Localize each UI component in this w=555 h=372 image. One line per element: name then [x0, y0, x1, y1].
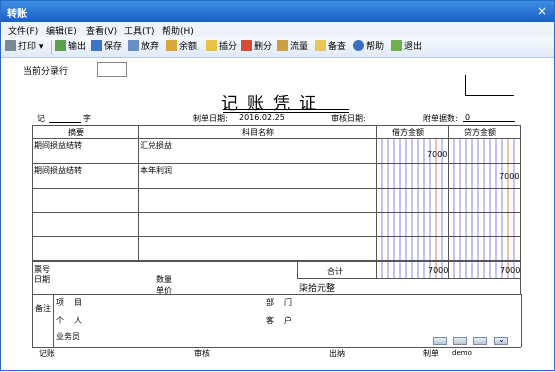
print-label: 打印 — [18, 42, 37, 52]
row2-summary[interactable]: 期间损益结转 — [34, 165, 82, 176]
corner-mark — [465, 75, 514, 96]
flow-icon — [277, 40, 288, 51]
toolbar: 打印 ▾ 输出 保存 放弃 余额 插分 删分 流量 备查 帮助 退出 — [1, 37, 554, 58]
balance-label: 余额 — [179, 42, 198, 52]
title-underline — [223, 109, 349, 110]
current-row-input[interactable] — [97, 62, 127, 77]
menu-file[interactable]: 文件(F) — [8, 24, 38, 37]
aux-button-1[interactable] — [433, 337, 447, 345]
save-label: 保存 — [104, 42, 123, 52]
discard-button[interactable]: 放弃 — [128, 40, 159, 54]
note-button[interactable]: 备查 — [315, 40, 346, 54]
audit-date-label: 审核日期: — [331, 114, 366, 123]
total-in-words: 柒拾元整 — [299, 284, 336, 294]
total-label: 合计 — [327, 267, 343, 276]
department-label: 部门 — [266, 298, 302, 307]
menu-tools[interactable]: 工具(T) — [124, 24, 155, 37]
header-account: 科目名称 — [242, 128, 274, 137]
bookkeeper-label: 记账 — [39, 349, 55, 358]
row2-account[interactable]: 本年利润 — [140, 165, 172, 176]
menu-help[interactable]: 帮助(H) — [162, 24, 194, 37]
exit-button[interactable]: 退出 — [391, 40, 422, 54]
date-row-label: 日期 — [34, 275, 50, 284]
total-debit: 7000 — [428, 266, 449, 275]
cashier-label: 出纳 — [329, 349, 345, 358]
export-button[interactable]: 输出 — [55, 40, 86, 54]
voucher-type-field[interactable] — [49, 113, 81, 123]
export-icon — [55, 40, 66, 51]
row1-account[interactable]: 汇兑损益 — [140, 140, 172, 151]
current-row-label: 当前分录行 — [23, 67, 69, 77]
header-summary: 摘要 — [68, 128, 84, 137]
total-credit: 7000 — [500, 266, 521, 275]
voucher-type-suffix: 字 — [83, 114, 91, 123]
row1-summary[interactable]: 期间损益结转 — [34, 140, 82, 151]
delete-label: 删分 — [254, 42, 273, 52]
flow-label: 流量 — [290, 42, 309, 52]
window-title: 转账 — [7, 9, 27, 20]
delete-icon — [241, 40, 252, 51]
discard-icon — [128, 40, 139, 51]
project-label: 项目 — [56, 298, 92, 307]
row1-debit[interactable]: 7000 — [427, 150, 447, 159]
date-label: 制单日期: — [193, 114, 228, 123]
remark-label: 备注 — [35, 304, 51, 313]
voucher-title: 记账凭证 — [221, 94, 325, 114]
save-icon — [91, 40, 102, 51]
salesman-label: 业务员 — [56, 332, 80, 341]
menu-bar: 文件(F) 编辑(E) 查看(V) 工具(T) 帮助(H) — [1, 22, 554, 37]
balance-icon — [166, 40, 177, 51]
person-label: 个人 — [56, 316, 92, 325]
printer-icon — [5, 40, 16, 51]
title-bar: 转账 × — [1, 1, 554, 22]
header-debit: 借方金额 — [392, 128, 424, 137]
header-credit: 贷方金额 — [464, 128, 496, 137]
date-value[interactable]: 2016.02.25 — [239, 113, 285, 122]
aux-button-3[interactable] — [473, 337, 487, 345]
insert-icon — [206, 40, 217, 51]
note-label: 备查 — [328, 42, 347, 52]
print-button[interactable]: 打印 ▾ — [5, 40, 43, 54]
discard-label: 放弃 — [141, 42, 160, 52]
attachments-underline — [463, 121, 515, 122]
attachments-label: 附单据数: — [423, 114, 458, 123]
auditor-label: 审核 — [194, 349, 210, 358]
quantity-label: 数量 — [156, 275, 172, 284]
maker-name: demo — [452, 349, 472, 357]
delete-button[interactable]: 删分 — [241, 40, 272, 54]
voucher-type-label: 记 — [37, 114, 45, 123]
export-label: 输出 — [68, 42, 87, 52]
menu-view[interactable]: 查看(V) — [86, 24, 117, 37]
save-button[interactable]: 保存 — [91, 40, 122, 54]
voucher-grid: 摘要 科目名称 借方金额 贷方金额 期间损益结转 汇兑损益 7000 期间损益结… — [32, 125, 521, 261]
customer-label: 客户 — [266, 316, 302, 325]
exit-icon — [391, 40, 402, 51]
flow-button[interactable]: 流量 — [277, 40, 308, 54]
voucher-window: 转账 × 文件(F) 编辑(E) 查看(V) 工具(T) 帮助(H) 打印 ▾ … — [0, 0, 555, 371]
exit-label: 退出 — [404, 42, 423, 52]
aux-button-2[interactable] — [453, 337, 467, 345]
help-label: 帮助 — [366, 42, 385, 52]
toolbar-separator — [51, 40, 52, 54]
help-icon — [353, 40, 364, 51]
help-button[interactable]: 帮助 — [353, 40, 384, 54]
price-label: 单价 — [156, 286, 172, 295]
row2-credit[interactable]: 7000 — [499, 172, 519, 181]
close-icon[interactable]: × — [535, 4, 549, 18]
insert-label: 插分 — [219, 42, 238, 52]
insert-button[interactable]: 插分 — [206, 40, 237, 54]
maker-label: 制单 — [423, 349, 439, 358]
note-icon — [315, 40, 326, 51]
aux-button-4[interactable]: ⌄ — [494, 335, 508, 345]
balance-button[interactable]: 余额 — [166, 40, 197, 54]
menu-edit[interactable]: 编辑(E) — [46, 24, 77, 37]
chevron-down-icon: ⌄ — [498, 335, 505, 344]
